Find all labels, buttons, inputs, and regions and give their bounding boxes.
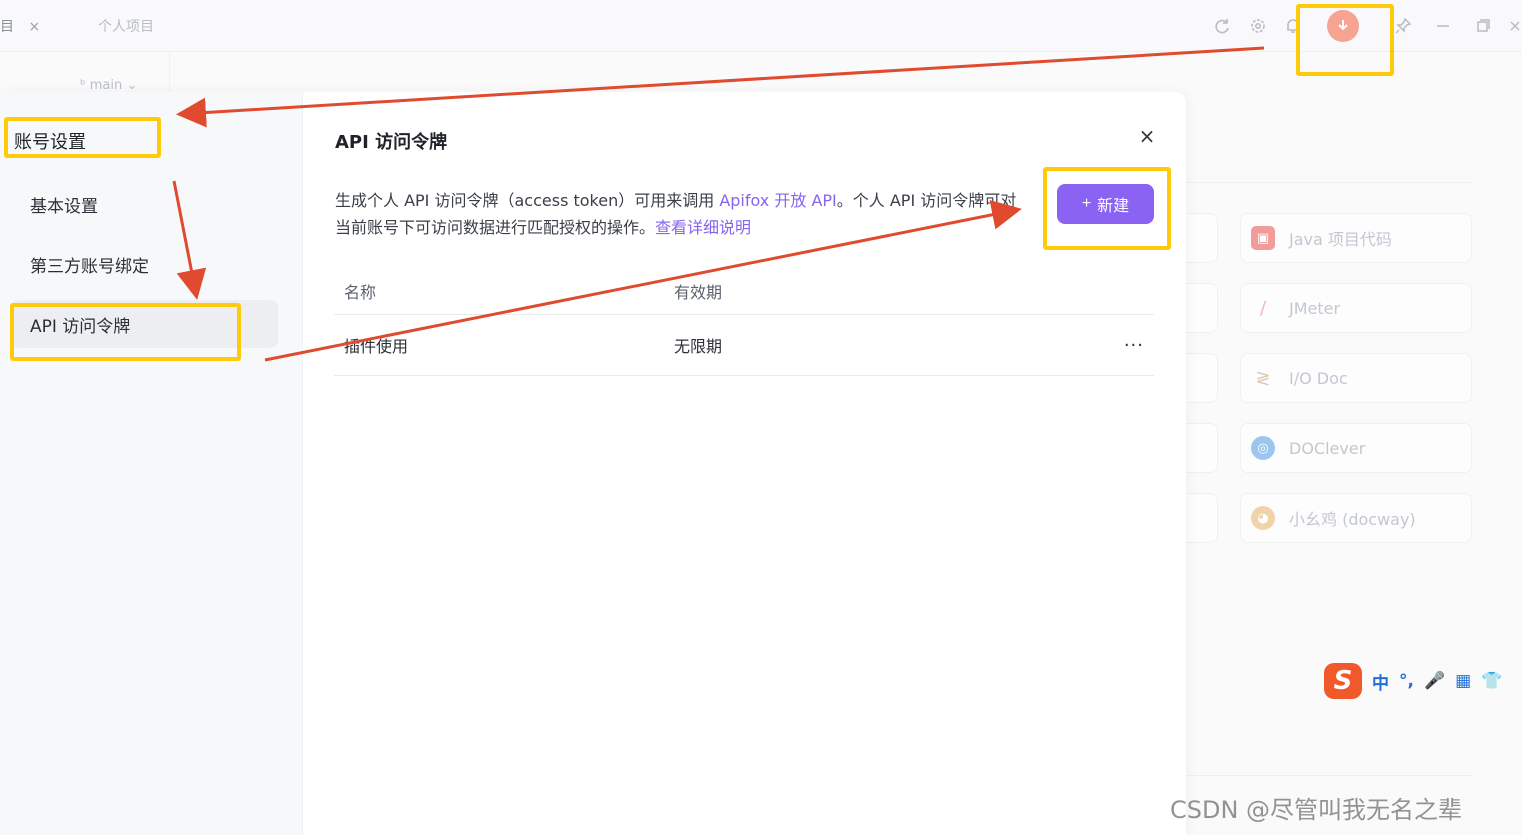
watermark: CSDN @尽管叫我无名之辈 [1170,796,1463,824]
arrow-settings-to-api-token [172,180,207,300]
annotation-arrows [172,46,1265,362]
arrow-avatar-to-settings [176,46,1265,128]
arrow-api-token-to-new [264,199,1022,362]
